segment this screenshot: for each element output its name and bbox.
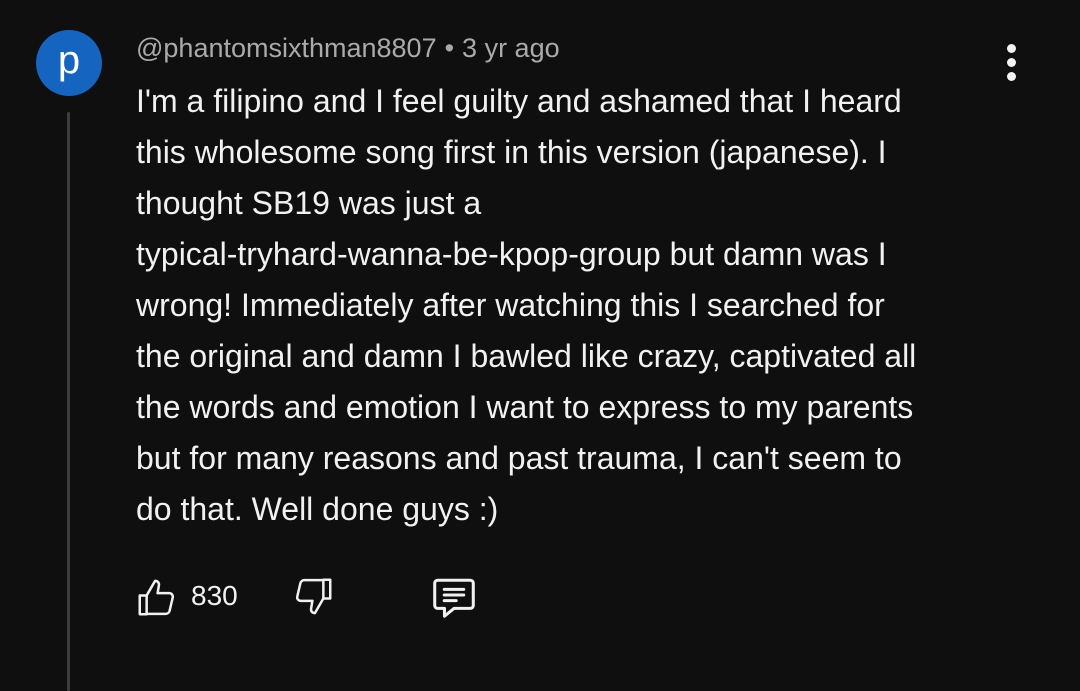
comment-text-line: the words and emotion I want to express … <box>136 389 914 425</box>
menu-dot <box>1007 58 1016 67</box>
comment-text-line: this wholesome song first in this versio… <box>136 134 887 170</box>
dislike-button[interactable] <box>290 572 342 624</box>
thread-line <box>67 112 70 691</box>
thumbs-down-icon <box>295 578 332 615</box>
comment-thread: p @phantomsixthman8807 • 3 yr ago I'm a fi… <box>0 0 1080 691</box>
separator-dot: • <box>444 33 455 63</box>
menu-dot <box>1007 44 1016 53</box>
comment-header: @phantomsixthman8807 • 3 yr ago <box>136 33 560 64</box>
thumbs-up-icon <box>138 579 175 616</box>
comment-text-line: the original and damn I bawled like craz… <box>136 338 917 374</box>
comment-text-line: thought SB19 was just a <box>136 185 482 221</box>
comment-reply-icon <box>433 578 475 618</box>
avatar[interactable]: p <box>36 30 102 96</box>
comment-text-line: typical-tryhard-wanna-be-kpop-group but … <box>136 236 887 272</box>
comment-text-line: but for many reasons and past trauma, I … <box>136 440 902 476</box>
timestamp: 3 yr ago <box>462 33 560 63</box>
comment-text-line: I'm a filipino and I feel guilty and ash… <box>136 83 902 119</box>
reply-button[interactable] <box>428 572 484 624</box>
author-name[interactable]: @phantomsixthman8807 <box>136 33 437 63</box>
comment-text: I'm a filipino and I feel guilty and ash… <box>136 76 1036 535</box>
like-button[interactable]: 830 <box>134 572 244 624</box>
comment-text-line: do that. Well done guys :) <box>136 491 499 527</box>
like-count: 830 <box>191 580 238 611</box>
comment-text-line: wrong! Immediately after watching this I… <box>136 287 885 323</box>
